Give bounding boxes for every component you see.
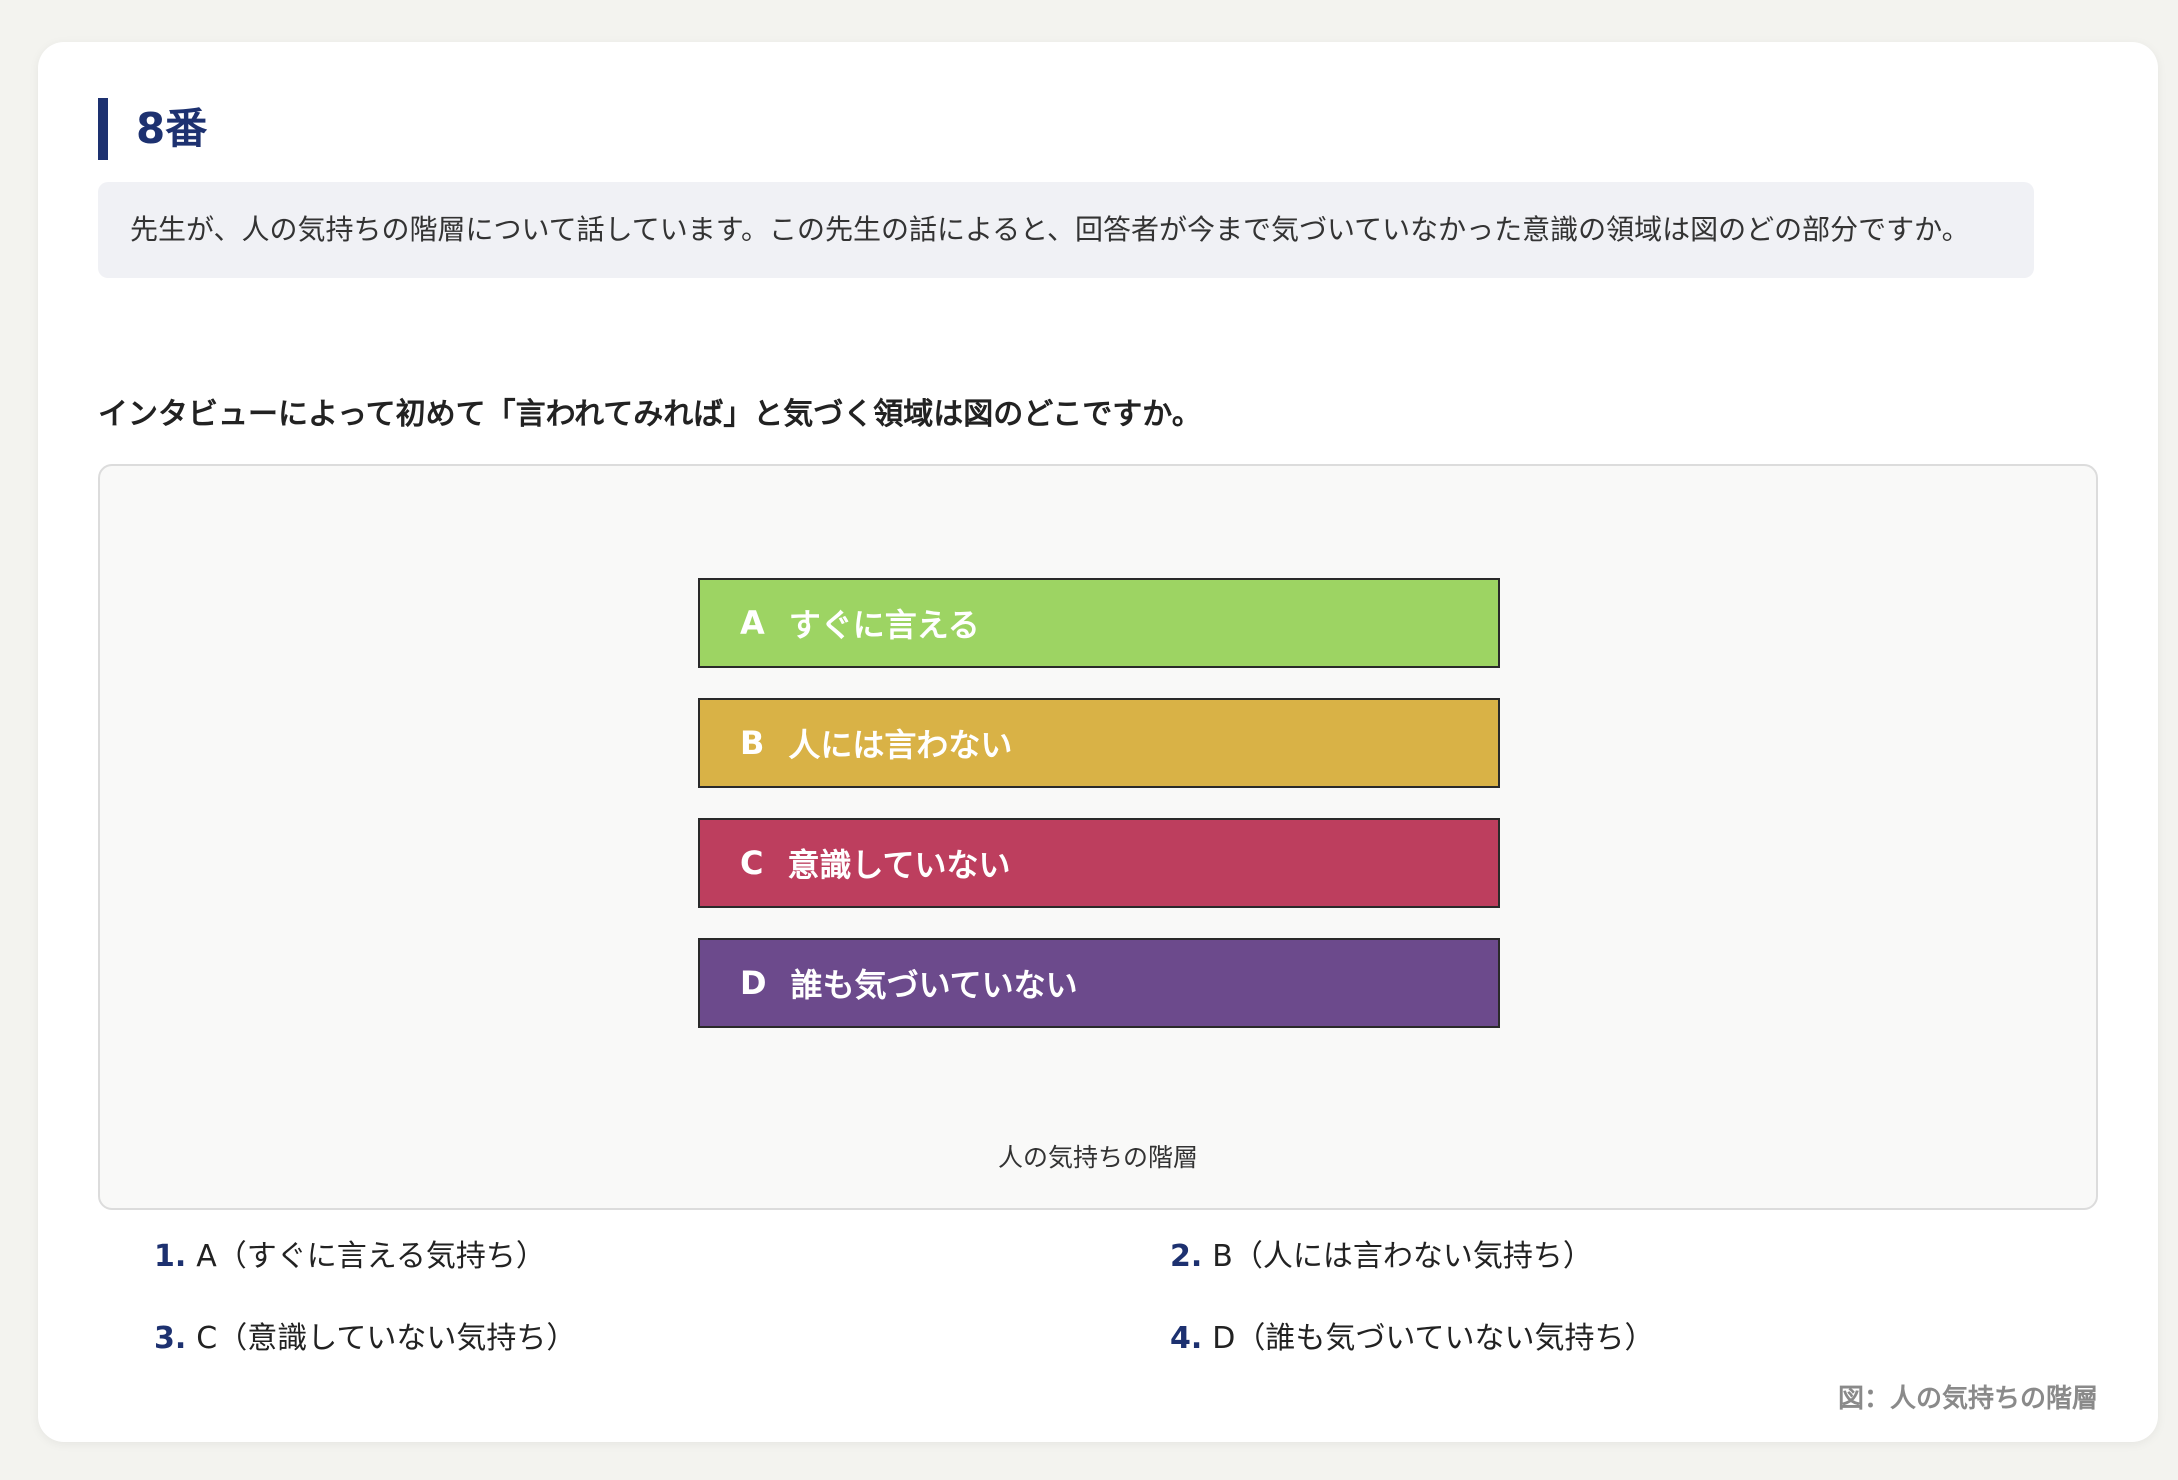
layer-label: 意識していない	[787, 846, 1011, 884]
question-card: 8番 先生が、人の気持ちの階層について話しています。この先生の話によると、回答者…	[38, 42, 2158, 1442]
hierarchy-figure: A すぐに言える B 人には言わない C 意識していない D 誰も気づいていない…	[98, 464, 2098, 1210]
layer-label: 人には言わない	[788, 726, 1013, 764]
option-text: D（誰も気づいていない気持ち）	[1212, 1321, 1655, 1356]
figure-footnote: 図：人の気持ちの階層	[1837, 1384, 2098, 1414]
layer-a: A すぐに言える	[698, 578, 1500, 668]
layer-label: 誰も気づいていない	[790, 966, 1078, 1004]
layer-label: すぐに言える	[788, 606, 980, 644]
question-prompt: 先生が、人の気持ちの階層について話しています。この先生の話によると、回答者が今ま…	[98, 182, 2034, 278]
option-number: 4.	[1170, 1321, 1203, 1356]
layer-letter: D	[740, 964, 767, 1002]
option-number: 3.	[154, 1321, 187, 1356]
option-text: B（人には言わない気持ち）	[1212, 1239, 1593, 1274]
answer-option-1[interactable]: 1. A（すぐに言える気持ち）	[154, 1232, 546, 1282]
question-text: インタビューによって初めて「言われてみれば」と気づく領域は図のどこですか。	[98, 397, 1202, 432]
layer-c: C 意識していない	[698, 818, 1500, 908]
option-text: A（すぐに言える気持ち）	[196, 1239, 546, 1274]
layer-b: B 人には言わない	[698, 698, 1500, 788]
option-number: 2.	[1170, 1239, 1203, 1274]
layer-letter: A	[740, 604, 765, 642]
figure-caption: 人の気持ちの階層	[997, 1143, 1198, 1172]
question-number-title: 8番	[98, 98, 207, 160]
layer-letter: B	[740, 724, 765, 762]
layer-d: D 誰も気づいていない	[698, 938, 1500, 1028]
layer-letter: C	[740, 844, 764, 882]
answer-option-3[interactable]: 3. C（意識していない気持ち）	[154, 1314, 576, 1364]
answer-option-2[interactable]: 2. B（人には言わない気持ち）	[1170, 1232, 1593, 1282]
option-number: 1.	[154, 1239, 187, 1274]
option-text: C（意識していない気持ち）	[196, 1321, 577, 1356]
answer-option-4[interactable]: 4. D（誰も気づいていない気持ち）	[1170, 1314, 1654, 1364]
